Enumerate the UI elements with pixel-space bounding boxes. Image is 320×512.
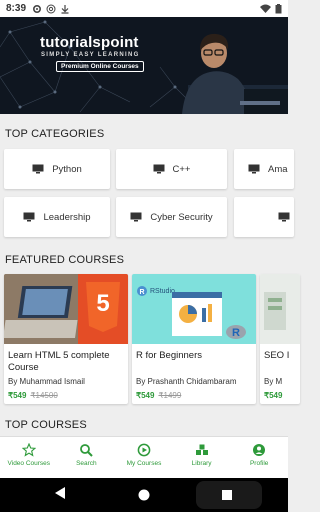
course-author: By M bbox=[264, 377, 283, 386]
course-price: ₹549 bbox=[264, 391, 282, 400]
price-original: ₹1499 bbox=[158, 391, 182, 400]
category-amazon[interactable]: Ama bbox=[234, 149, 294, 189]
svg-text:R: R bbox=[139, 289, 144, 296]
wifi-icon bbox=[260, 4, 271, 13]
nav-my-courses[interactable]: My Courses bbox=[115, 437, 173, 478]
monitor-icon bbox=[23, 212, 35, 222]
nav-library[interactable]: Library bbox=[173, 437, 231, 478]
profile-icon bbox=[253, 444, 266, 456]
download-icon bbox=[61, 4, 69, 14]
monitor-icon bbox=[153, 164, 165, 174]
price-current: ₹549 bbox=[264, 391, 283, 400]
network-graphic bbox=[0, 20, 288, 114]
section-title-top-categories: TOP CATEGORIES bbox=[5, 128, 105, 140]
course-author: By Prashanth Chidambaram bbox=[136, 377, 237, 386]
premium-badge: Premium Online Courses bbox=[56, 61, 144, 72]
nav-search[interactable]: Search bbox=[58, 437, 116, 478]
category-python[interactable]: Python bbox=[4, 149, 110, 189]
nav-label: Video Courses bbox=[7, 460, 51, 467]
category-label: C++ bbox=[172, 163, 191, 175]
person-illustration bbox=[182, 33, 288, 114]
category-label: Cyber Security bbox=[150, 211, 213, 223]
status-bar: 8:39 bbox=[0, 0, 288, 17]
course-thumbnail bbox=[260, 274, 300, 344]
category-cyber-security[interactable]: Cyber Security bbox=[116, 197, 227, 237]
rstudio-label: RStudio bbox=[150, 288, 175, 295]
course-price: ₹549 ₹1499 bbox=[136, 391, 181, 400]
r-logo: R bbox=[232, 327, 240, 339]
category-label: Ama bbox=[268, 163, 288, 175]
monitor-icon bbox=[248, 164, 260, 174]
course-card-seo[interactable]: SEO I By M ₹549 bbox=[260, 274, 300, 404]
course-author: By Muhammad Ismail bbox=[8, 377, 85, 386]
promo-banner[interactable]: tutorialspoint SIMPLY EASY LEARNING Prem… bbox=[0, 17, 288, 114]
bottom-navigation: Video Courses Search My Courses Library … bbox=[0, 436, 288, 478]
brand-logo: tutorialspoint bbox=[40, 34, 139, 51]
at-icon bbox=[46, 4, 56, 13]
star-icon bbox=[21, 443, 36, 457]
monitor-icon bbox=[278, 212, 290, 222]
category-label: Leadership bbox=[43, 211, 91, 223]
status-time: 8:39 bbox=[6, 3, 27, 14]
course-card-r-beginners[interactable]: R RStudio R R for Beginners By Prashanth… bbox=[132, 274, 256, 404]
price-current: ₹549 bbox=[8, 391, 27, 400]
section-title-top-courses: TOP COURSES bbox=[5, 419, 87, 431]
gear-icon bbox=[33, 4, 42, 13]
nav-profile[interactable]: Profile bbox=[230, 437, 288, 478]
category-cpp[interactable]: C++ bbox=[116, 149, 227, 189]
monitor-icon bbox=[130, 212, 142, 222]
section-title-featured-courses: FEATURED COURSES bbox=[5, 254, 125, 266]
price-original: ₹14500 bbox=[30, 391, 58, 400]
course-title: R for Beginners bbox=[136, 350, 203, 361]
battery-icon bbox=[275, 3, 282, 13]
nav-label: Library bbox=[191, 460, 212, 467]
system-nav-bar bbox=[0, 478, 288, 512]
course-card-html5[interactable]: 5 Learn HTML 5 complete Course By Muhamm… bbox=[4, 274, 128, 404]
category-label: Python bbox=[52, 163, 82, 175]
course-title: Learn HTML 5 complete Course bbox=[8, 350, 110, 373]
price-current: ₹549 bbox=[136, 391, 155, 400]
home-icon[interactable] bbox=[138, 489, 150, 501]
recents-icon[interactable] bbox=[222, 490, 232, 500]
course-price: ₹549 ₹14500 bbox=[8, 391, 58, 400]
course-title: SEO I bbox=[264, 350, 290, 361]
nav-label: My Courses bbox=[126, 460, 162, 467]
back-icon[interactable] bbox=[54, 486, 66, 500]
library-icon bbox=[195, 444, 208, 455]
svg-text:5: 5 bbox=[96, 290, 109, 317]
nav-label: Profile bbox=[249, 460, 269, 467]
brand-tagline: SIMPLY EASY LEARNING bbox=[41, 52, 140, 58]
search-icon bbox=[80, 444, 94, 457]
play-circle-icon bbox=[137, 443, 151, 457]
course-thumbnail: 5 bbox=[4, 274, 128, 344]
monitor-icon bbox=[32, 164, 44, 174]
nav-label: Search bbox=[76, 460, 97, 467]
nav-video-courses[interactable]: Video Courses bbox=[0, 437, 58, 478]
course-thumbnail: R RStudio R bbox=[132, 274, 256, 344]
category-leadership[interactable]: Leadership bbox=[4, 197, 110, 237]
category-partial[interactable] bbox=[234, 197, 294, 237]
